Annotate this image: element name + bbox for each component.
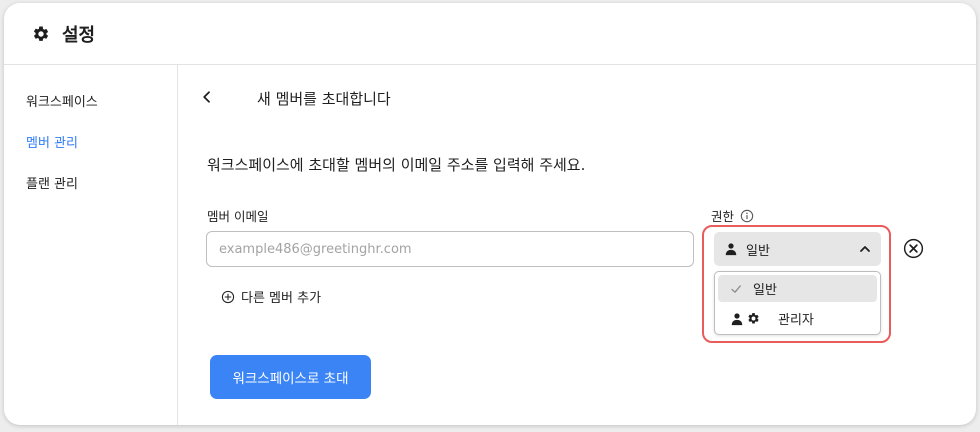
permission-label-text: 권한	[711, 209, 735, 224]
permission-select[interactable]: 일반	[714, 232, 881, 266]
close-circle-icon	[903, 238, 924, 259]
main-content: 새 멤버를 초대합니다 워크스페이스에 초대할 멤버의 이메일 주소를 입력해 …	[179, 65, 976, 425]
permission-option-label: 일반	[753, 283, 777, 298]
check-icon	[730, 283, 742, 295]
permission-option-label: 관리자	[778, 313, 814, 328]
sidebar-item-workspace[interactable]: 워크스페이스	[26, 91, 98, 110]
permission-label: 권한	[711, 206, 754, 225]
back-button[interactable]	[197, 87, 217, 107]
remove-member-button[interactable]	[903, 238, 924, 259]
email-label: 멤버 이메일	[207, 209, 269, 224]
settings-window: 설정 워크스페이스 멤버 관리 플랜 관리 새 멤버를 초대합니다 워크스페이스…	[4, 3, 976, 425]
instruction-text: 워크스페이스에 초대할 멤버의 이메일 주소를 입력해 주세요.	[207, 156, 586, 174]
email-input[interactable]	[206, 231, 694, 267]
info-icon[interactable]	[740, 209, 754, 223]
permission-option-admin[interactable]: 관리자	[718, 305, 877, 332]
gear-icon	[747, 312, 760, 325]
permission-dropdown-menu: 일반 관리자	[714, 271, 881, 335]
permission-selected-value: 일반	[746, 243, 770, 259]
user-icon	[730, 312, 744, 326]
invite-to-workspace-button[interactable]: 워크스페이스로 초대	[210, 355, 371, 399]
chevron-left-icon	[203, 91, 210, 103]
user-icon	[724, 242, 738, 256]
sidebar-item-member-management[interactable]: 멤버 관리	[26, 132, 78, 151]
page-title: 새 멤버를 초대합니다	[257, 90, 391, 108]
page-header-title: 설정	[62, 24, 96, 46]
sidebar: 워크스페이스 멤버 관리 플랜 관리	[4, 65, 178, 425]
plus-circle-icon	[221, 290, 235, 304]
add-member-button[interactable]: 다른 멤버 추가	[221, 287, 321, 306]
sidebar-item-plan-management[interactable]: 플랜 관리	[26, 173, 78, 192]
permission-option-general[interactable]: 일반	[718, 275, 877, 302]
chevron-up-icon	[859, 243, 871, 255]
gear-icon	[32, 25, 50, 43]
add-member-label: 다른 멤버 추가	[241, 291, 322, 306]
header: 설정	[4, 3, 976, 65]
